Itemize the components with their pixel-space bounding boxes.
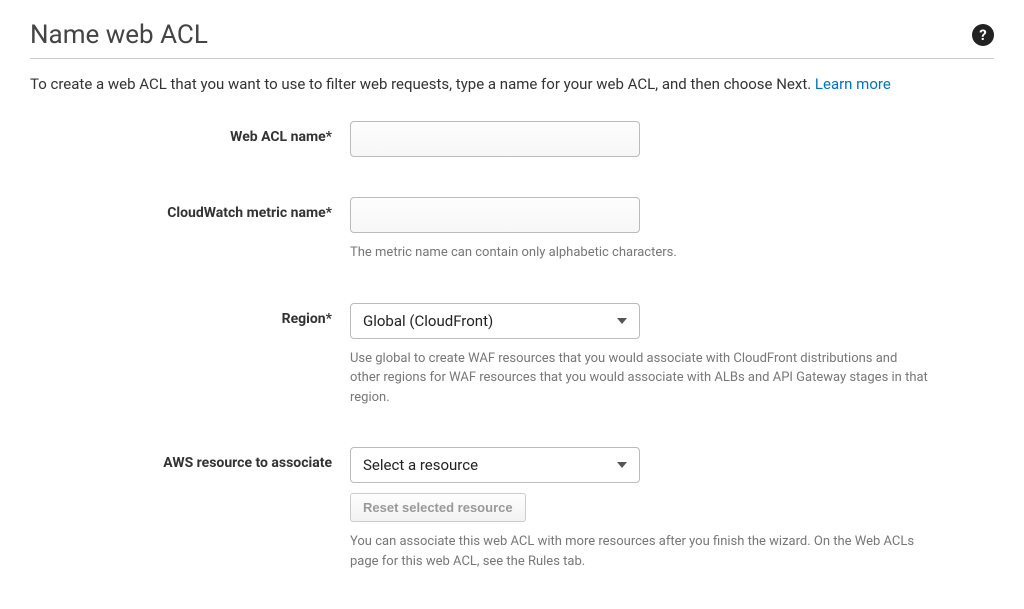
row-web-acl-name: Web ACL name* — [30, 121, 994, 157]
label-aws-resource: AWS resource to associate — [30, 447, 350, 471]
row-region: Region* Global (CloudFront) Use global t… — [30, 303, 994, 408]
learn-more-link[interactable]: Learn more — [815, 75, 891, 93]
control-region: Global (CloudFront) Use global to create… — [350, 303, 960, 408]
label-region: Region* — [30, 303, 350, 327]
hint-aws-resource: You can associate this web ACL with more… — [350, 532, 930, 571]
page-header: Name web ACL ? — [30, 20, 994, 59]
web-acl-name-input[interactable] — [350, 121, 640, 157]
control-cloudwatch-metric: The metric name can contain only alphabe… — [350, 197, 960, 263]
label-cloudwatch-metric: CloudWatch metric name* — [30, 197, 350, 221]
page-title: Name web ACL — [30, 20, 208, 50]
intro-text-body: To create a web ACL that you want to use… — [30, 75, 815, 93]
hint-region: Use global to create WAF resources that … — [350, 349, 930, 408]
region-selected-value: Global (CloudFront) — [363, 312, 493, 330]
row-cloudwatch-metric: CloudWatch metric name* The metric name … — [30, 197, 994, 263]
label-web-acl-name: Web ACL name* — [30, 121, 350, 145]
caret-down-icon — [617, 318, 627, 324]
intro-text: To create a web ACL that you want to use… — [30, 75, 994, 93]
region-select[interactable]: Global (CloudFront) — [350, 303, 640, 339]
control-aws-resource: Select a resource Reset selected resourc… — [350, 447, 960, 571]
reset-selected-resource-button[interactable]: Reset selected resource — [350, 493, 526, 522]
hint-cloudwatch-metric: The metric name can contain only alphabe… — [350, 243, 930, 263]
row-aws-resource: AWS resource to associate Select a resou… — [30, 447, 994, 571]
cloudwatch-metric-input[interactable] — [350, 197, 640, 233]
control-web-acl-name — [350, 121, 960, 157]
aws-resource-select[interactable]: Select a resource — [350, 447, 640, 483]
caret-down-icon — [617, 462, 627, 468]
aws-resource-selected-value: Select a resource — [363, 456, 478, 474]
help-icon[interactable]: ? — [972, 24, 994, 46]
